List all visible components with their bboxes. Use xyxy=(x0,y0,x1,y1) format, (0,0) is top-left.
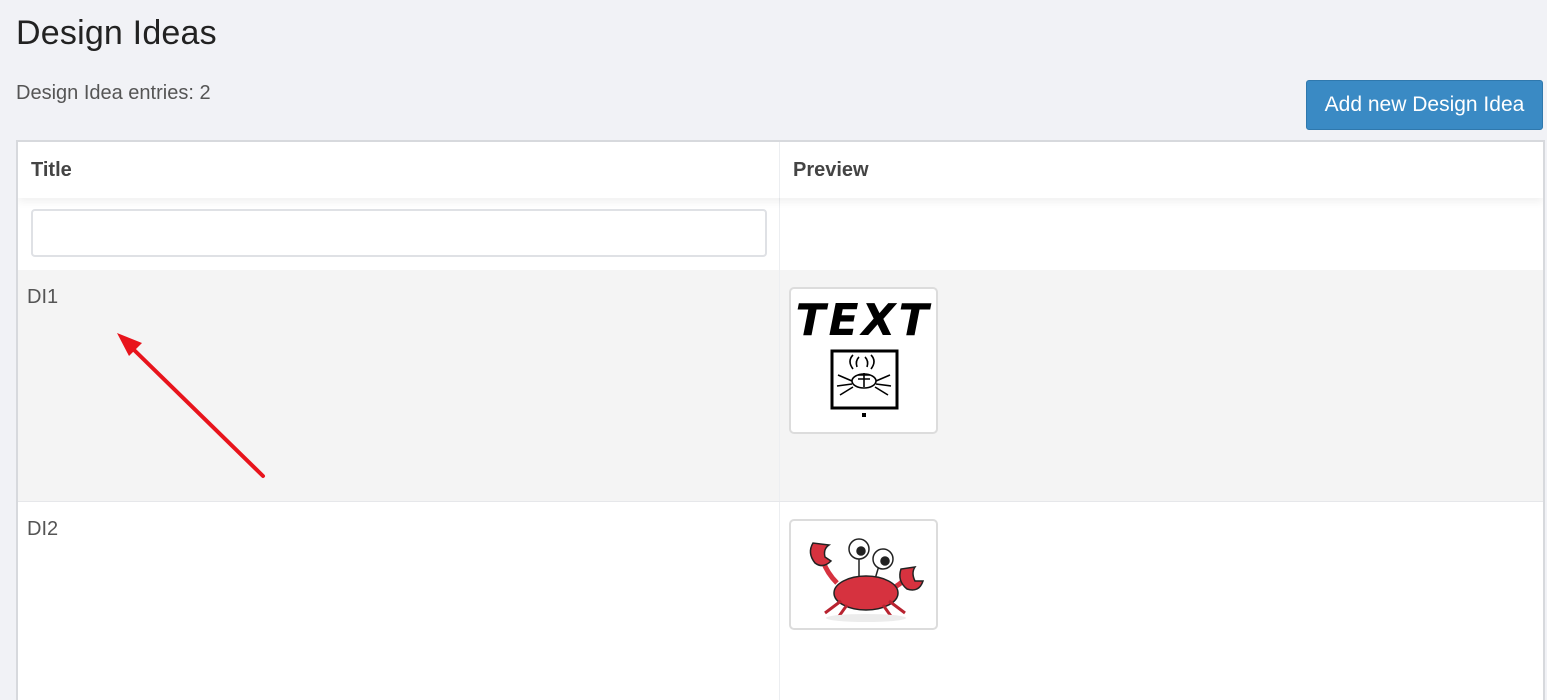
entry-count: Design Idea entries: 2 xyxy=(16,82,211,104)
add-design-idea-button[interactable]: Add new Design Idea xyxy=(1306,80,1543,130)
page-title: Design Ideas xyxy=(16,14,217,52)
row-preview-cell xyxy=(780,502,1543,700)
column-header-title[interactable]: Title xyxy=(18,142,780,198)
row-title: DI2 xyxy=(18,502,780,700)
filter-row xyxy=(18,198,1543,270)
design-ideas-table: Title Preview DI1 TEXT DI2 xyxy=(16,140,1545,700)
row-preview-cell: TEXT xyxy=(780,270,1543,501)
column-header-preview[interactable]: Preview xyxy=(780,142,1543,198)
table-header-row: Title Preview xyxy=(18,142,1543,198)
cartoon-crab-icon xyxy=(809,538,925,622)
row-title: DI1 xyxy=(18,270,780,501)
filter-cell-title xyxy=(18,198,780,270)
table-row[interactable]: DI1 TEXT xyxy=(18,270,1543,502)
preview-thumbnail[interactable]: TEXT xyxy=(789,287,938,434)
table-row[interactable]: DI2 xyxy=(18,502,1543,700)
preview-thumbnail[interactable] xyxy=(789,519,938,630)
crab-seal-icon xyxy=(830,349,899,417)
title-filter-input[interactable] xyxy=(31,209,767,257)
